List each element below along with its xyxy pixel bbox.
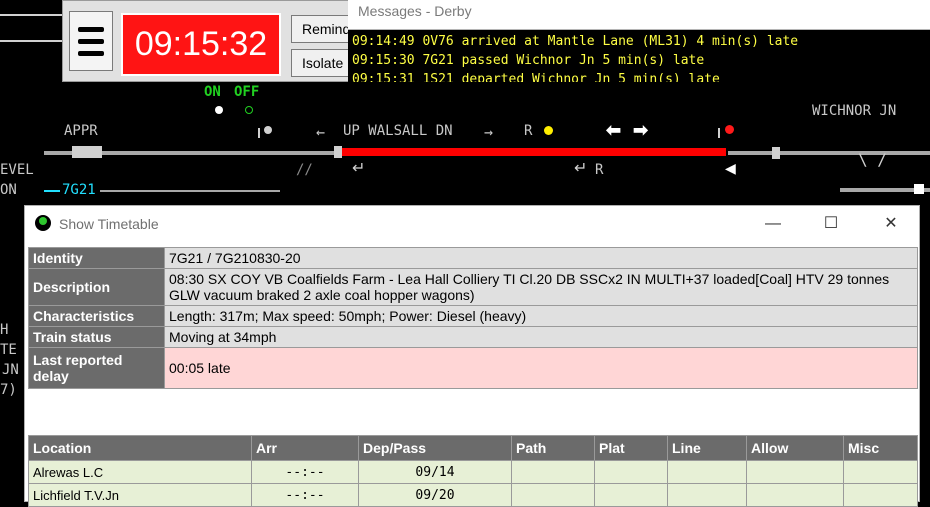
cell-misc (843, 460, 918, 484)
appr-label: APPR (64, 123, 98, 139)
cell-line (667, 460, 747, 484)
schedule-table: Location Arr Dep/Pass Path Plat Line All… (28, 435, 918, 507)
column-header-misc[interactable]: Misc (843, 435, 918, 461)
cell-allow (746, 460, 844, 484)
info-label: Description (28, 268, 165, 306)
table-row[interactable]: Lichfield T.V.Jn --:-- 09/20 (28, 483, 918, 507)
cell-allow (746, 483, 844, 507)
timetable-title: Show Timetable (59, 216, 159, 232)
off-label: OFF (234, 84, 260, 100)
column-header-line[interactable]: Line (667, 435, 747, 461)
table-row[interactable]: Alrewas L.C --:-- 09/14 (28, 460, 918, 484)
track-up-walsall-east (728, 151, 930, 155)
info-label: Last reported delay (28, 347, 165, 389)
signalling-diagram: ON OFF APPR ← UP WALSALL DN → R ⬅ ➡ WICH… (0, 0, 930, 205)
track-end-marker-icon: ◀ (725, 160, 736, 176)
appr-track-block (72, 146, 102, 158)
info-value: 08:30 SX COY VB Coalfields Farm - Lea Ha… (164, 268, 918, 306)
cell-arr: --:-- (251, 460, 359, 484)
info-row-last-delay: Last reported delay 00:05 late (28, 347, 918, 389)
column-header-location[interactable]: Location (28, 435, 252, 461)
column-header-path[interactable]: Path (511, 435, 595, 461)
timetable-titlebar[interactable]: Show Timetable — ☐ ✕ (25, 206, 919, 242)
left-fragment: 7) (0, 382, 17, 398)
on-indicator-icon[interactable] (215, 106, 223, 114)
crossover-icon: // (296, 162, 313, 178)
shunt-signal-icon[interactable]: ↵ (352, 158, 365, 178)
info-row-train-status: Train status Moving at 34mph (28, 326, 918, 348)
line-arrow-left-icon: ← (316, 123, 326, 141)
track-joint (772, 147, 780, 159)
track-upper-left (0, 14, 62, 16)
line-arrow-right-icon: → (484, 123, 494, 141)
signal-red-icon[interactable] (725, 125, 734, 134)
cell-path (511, 483, 595, 507)
track-lower (100, 190, 280, 192)
signal-yellow-icon[interactable] (544, 126, 553, 135)
wichnor-jn-label: WICHNOR JN (812, 103, 897, 119)
junction-diverge-icon: \ / (858, 150, 887, 169)
signal-white-icon[interactable] (264, 126, 272, 134)
line-label: UP WALSALL DN (343, 123, 453, 139)
cell-misc (843, 483, 918, 507)
cell-line (667, 483, 747, 507)
close-icon[interactable]: ✕ (877, 212, 905, 236)
column-header-arr[interactable]: Arr (251, 435, 359, 461)
info-row-identity: Identity 7G21 / 7G210830-20 (28, 247, 918, 269)
train-headcode[interactable]: 7G21 (62, 182, 96, 198)
left-fragment: JN (2, 362, 19, 378)
track-joint (334, 146, 342, 158)
track-upper-left-2 (0, 40, 62, 42)
info-label: Identity (28, 247, 165, 269)
cell-arr: --:-- (251, 483, 359, 507)
info-value: Length: 317m; Max speed: 50mph; Power: D… (164, 305, 918, 327)
left-fragment: ON (0, 182, 17, 198)
cell-dep: 09/14 (358, 460, 512, 484)
info-label: Characteristics (28, 305, 165, 327)
column-header-plat[interactable]: Plat (594, 435, 668, 461)
route-label-r: R (524, 123, 533, 139)
track-buffer-icon (914, 184, 924, 194)
signal-post (718, 128, 720, 138)
track-occupied-red[interactable] (338, 148, 726, 156)
info-label: Train status (28, 326, 165, 348)
train-info-table: Identity 7G21 / 7G210830-20 Description … (28, 247, 918, 389)
column-header-allow[interactable]: Allow (746, 435, 844, 461)
cell-path (511, 460, 595, 484)
cell-plat (594, 483, 668, 507)
direction-left-icon: ⬅ (606, 120, 622, 140)
column-header-dep-pass[interactable]: Dep/Pass (358, 435, 512, 461)
shunt-signal-icon[interactable]: ↵ (574, 158, 587, 178)
cell-dep: 09/20 (358, 483, 512, 507)
timetable-window: Show Timetable — ☐ ✕ Identity 7G21 / 7G2… (24, 205, 920, 507)
info-row-description: Description 08:30 SX COY VB Coalfields F… (28, 268, 918, 306)
train-track-marker (44, 190, 60, 192)
app-icon (35, 215, 51, 231)
info-value: Moving at 34mph (164, 326, 918, 348)
left-fragment: TE (0, 342, 17, 358)
cell-location: Lichfield T.V.Jn (28, 483, 252, 507)
route-label-r2: R (595, 162, 604, 178)
info-value: 00:05 late (164, 347, 918, 389)
cell-location: Alrewas L.C (28, 460, 252, 484)
left-fragment: H (0, 322, 9, 338)
app-icon-dot (39, 217, 47, 225)
info-row-characteristics: Characteristics Length: 317m; Max speed:… (28, 305, 918, 327)
maximize-icon[interactable]: ☐ (817, 212, 845, 236)
schedule-header-row: Location Arr Dep/Pass Path Plat Line All… (28, 435, 918, 461)
info-value: 7G21 / 7G210830-20 (164, 247, 918, 269)
off-indicator-icon[interactable] (245, 106, 253, 114)
minimize-icon[interactable]: — (759, 212, 787, 236)
direction-right-icon: ➡ (633, 120, 649, 140)
signal-post (258, 128, 260, 138)
on-label: ON (204, 84, 221, 100)
cell-plat (594, 460, 668, 484)
left-fragment: EVEL (0, 162, 34, 178)
